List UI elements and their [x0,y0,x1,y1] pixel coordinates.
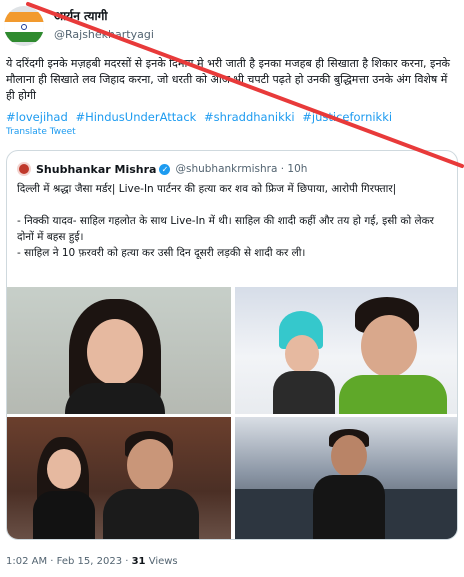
photo-grid [7,287,457,539]
hashtag-list: #lovejihad #HindusUnderAttack #shraddhan… [6,109,458,125]
views-label: Views [145,556,178,567]
photo-4[interactable] [235,417,457,539]
quoted-tweet[interactable]: Shubhankar Mishra ✓ @shubhankrmishra · 1… [6,150,458,540]
author-handle[interactable]: @Rajshekhartyagi [54,27,154,43]
quoted-tweet-header: Shubhankar Mishra ✓ @shubhankrmishra · 1… [17,161,307,177]
views-count: 31 [131,556,146,567]
verified-badge-icon: ✓ [159,163,171,175]
quoted-author-name[interactable]: Shubhankar Mishra [36,163,156,176]
translate-tweet-link[interactable]: Translate Tweet [6,127,76,137]
hashtag-link[interactable]: #HindusUnderAttack [75,110,196,124]
tweet-text: ये दरिंदगी इनके मज़हबी मदरसों से इनके दि… [6,57,451,102]
tweet-footer: 1:02 AM · Feb 15, 2023 · 31 Views [6,556,178,567]
author-display-name[interactable]: आर्यन त्यागी [54,8,154,24]
photo-3[interactable] [7,417,231,539]
quoted-tweet-text: दिल्ली में श्रद्धा जैसा मर्डर| Live-In प… [17,181,449,261]
hashtag-link[interactable]: #lovejihad [6,110,68,124]
quoted-line: - साहिल ने 10 फ़रवरी को हत्या कर उसी दिन… [17,247,306,259]
quoted-author-handle[interactable]: @shubhankrmishra · 10h [175,163,307,175]
hashtag-link[interactable]: #justicefornikki [302,110,392,124]
ashoka-chakra-icon [21,24,27,30]
quoted-line: - निक्की यादव- साहिल गहलोत के साथ Live-I… [17,215,434,243]
tweet-header: आर्यन त्यागी @Rajshekhartyagi [4,6,154,46]
hashtag-link[interactable]: #shraddhanikki [204,110,295,124]
tweet-timestamp[interactable]: 1:02 AM · Feb 15, 2023 · [6,556,132,567]
quoted-line: दिल्ली में श्रद्धा जैसा मर्डर| Live-In प… [17,183,397,195]
quoted-line [17,197,449,213]
quoted-avatar[interactable] [17,162,31,176]
avatar[interactable] [4,6,44,46]
tweet-card: आर्यन त्यागी @Rajshekhartyagi ये दरिंदगी… [0,0,464,577]
photo-1[interactable] [7,287,231,414]
photo-2[interactable] [235,287,457,414]
